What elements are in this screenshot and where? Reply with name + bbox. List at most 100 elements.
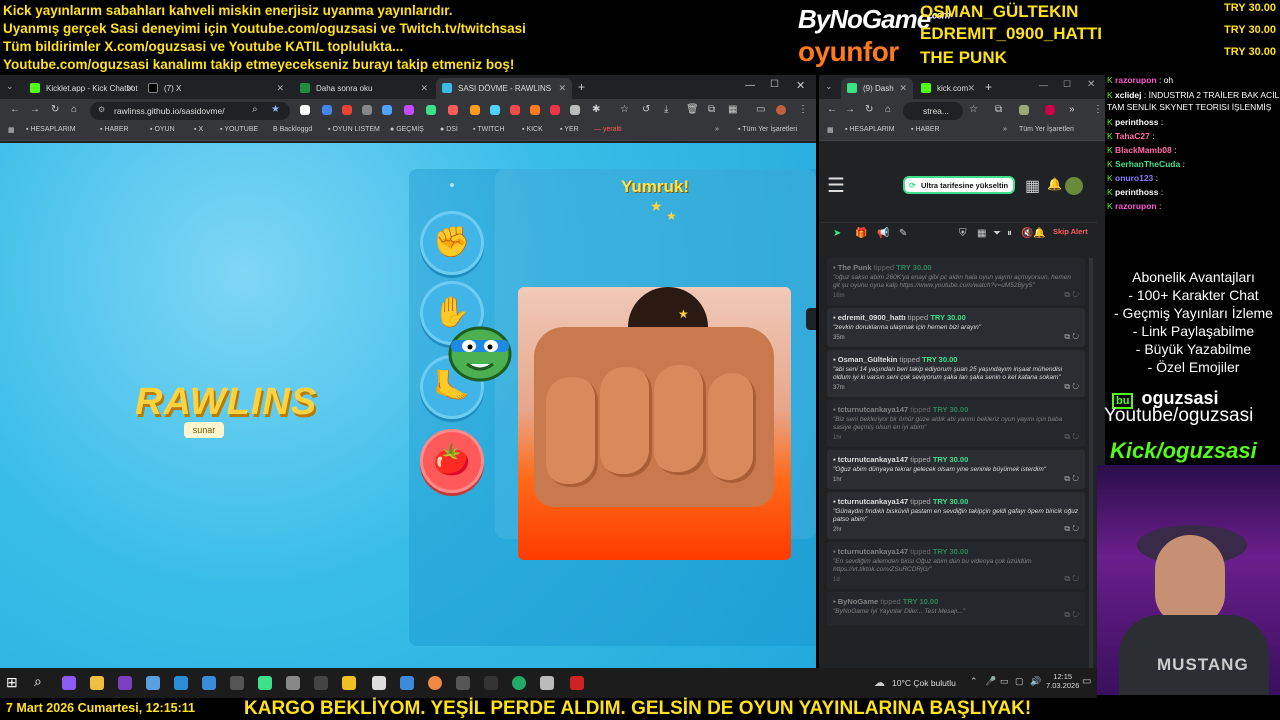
camera-icon[interactable] — [286, 676, 300, 690]
apps-grid-icon[interactable]: ▦ — [1025, 176, 1040, 196]
scrollbar[interactable] — [1089, 258, 1093, 668]
extension-icon[interactable] — [490, 105, 500, 115]
extension-icon[interactable] — [382, 105, 392, 115]
maximize-icon[interactable]: ☐ — [770, 79, 779, 90]
extension-icon[interactable] — [570, 105, 580, 115]
app-icon[interactable] — [146, 676, 160, 690]
bell-icon[interactable]: 🔔 — [1033, 228, 1045, 239]
extensions-puzzle-icon[interactable]: ✱ — [592, 104, 600, 115]
close-icon[interactable]: ✕ — [899, 83, 907, 94]
extension-icon[interactable] — [426, 105, 436, 115]
home-icon[interactable]: ⌂ — [885, 104, 891, 115]
gift-icon[interactable]: 🎁 — [855, 228, 867, 239]
menu-dots-icon[interactable]: ⋮ — [1093, 104, 1103, 115]
windows-start-icon[interactable]: ⊞ — [6, 674, 18, 691]
bookmark-x[interactable]: ▪ X — [194, 126, 203, 133]
close-icon[interactable]: ✕ — [967, 83, 975, 94]
bookmarks-overflow-icon[interactable]: » — [1003, 126, 1007, 133]
event-item[interactable]: ▪ edremit_0900_hattı tipped TRY 30.00 "ze… — [827, 308, 1085, 347]
extension-icon[interactable] — [510, 105, 520, 115]
onenote-icon[interactable] — [118, 676, 132, 690]
bookmark-twitch[interactable]: ▪ TWITCH — [473, 126, 505, 133]
star-icon[interactable]: ☆ — [969, 104, 978, 115]
new-tab-icon[interactable]: + — [578, 80, 585, 94]
apps-grid-icon[interactable]: ▦ — [827, 126, 834, 134]
reload-icon[interactable]: ↻ — [51, 104, 59, 115]
bookmark-oyun[interactable]: ▪ OYUN — [150, 126, 175, 133]
tomato-tool-button[interactable]: 🍅 — [420, 429, 484, 493]
bookmark-haber[interactable]: ▪ HABER — [100, 126, 129, 133]
mute-icon[interactable]: 🔇 — [1021, 228, 1033, 239]
app-icon[interactable] — [314, 676, 328, 690]
bookmark-hesaplarim[interactable]: ▪ HESAPLARIM — [845, 126, 895, 133]
replay-icon[interactable]: ⧉ ↻ — [1064, 610, 1079, 620]
bookmark-hesaplarim[interactable]: ▪ HESAPLARIM — [26, 126, 76, 133]
event-item[interactable]: ▪ The Punk tipped TRY 30.00 "oğuz sakso a… — [827, 258, 1085, 305]
extension-icon[interactable] — [1045, 105, 1055, 115]
profile-avatar-icon[interactable] — [776, 105, 786, 115]
app-icon[interactable] — [540, 676, 554, 690]
bookmark-youtube[interactable]: ▪ YOUTUBE — [220, 126, 258, 133]
close-icon[interactable]: ✕ — [276, 83, 284, 94]
event-item[interactable]: ▪ tcturnutcankaya147 tipped TRY 30.00 "En… — [827, 542, 1085, 589]
megaphone-icon[interactable]: 📢 — [877, 228, 889, 239]
apps-grid-icon[interactable]: ▦ — [8, 126, 15, 134]
extension-icon[interactable] — [322, 105, 332, 115]
app-icon[interactable] — [202, 676, 216, 690]
replay-icon[interactable]: ⧉ ↻ — [1064, 574, 1079, 584]
tab-search-icon[interactable]: ⌄ — [825, 81, 833, 92]
replay-icon[interactable]: ⧉ ↻ — [1064, 524, 1079, 534]
notifications-icon[interactable]: ▭ — [1082, 676, 1091, 687]
event-item[interactable]: ▪ tcturnutcankaya147 tipped TRY 30.00 "Bi… — [827, 400, 1085, 447]
address-bar[interactable]: strea... — [903, 102, 963, 120]
grid-view-icon[interactable]: ▦ — [977, 228, 986, 239]
close-icon[interactable]: ✕ — [420, 83, 428, 94]
file-explorer-icon[interactable] — [90, 676, 104, 690]
download-icon[interactable]: ⤓ — [664, 104, 668, 115]
chat-username[interactable]: SerhanTheCuda — [1115, 159, 1180, 169]
app-icon[interactable] — [62, 676, 76, 690]
app-icon[interactable] — [484, 676, 498, 690]
event-item[interactable]: ▪ tcturnutcankaya147 tipped TRY 30.00 "Oğ… — [827, 450, 1085, 489]
bookmark-yer[interactable]: ▪ YER — [560, 126, 579, 133]
chat-username[interactable]: razorupon — [1115, 75, 1157, 85]
menu-dots-icon[interactable]: ⋮ — [798, 104, 808, 115]
reload-icon[interactable]: ↻ — [865, 104, 873, 115]
app-icon[interactable] — [372, 676, 386, 690]
extension-icon[interactable] — [404, 105, 414, 115]
minimize-icon[interactable]: — — [1039, 80, 1048, 90]
filter-icon[interactable]: ⏷ — [993, 228, 1001, 239]
overflow-icon[interactable]: » — [1069, 104, 1075, 115]
extension-icon[interactable] — [530, 105, 540, 115]
tab-search-icon[interactable]: ⌄ — [6, 81, 14, 92]
replay-icon[interactable]: ⧉ ↻ — [1064, 432, 1079, 442]
skip-alert-button[interactable]: Skip Alert — [1053, 227, 1088, 236]
extension-icon[interactable] — [1019, 105, 1029, 115]
tab-read-later[interactable]: Daha sonra oku ✕ — [294, 78, 434, 99]
volume-icon[interactable]: 🔊 — [1030, 676, 1041, 687]
replay-icon[interactable]: ⧉ ↻ — [1064, 382, 1079, 392]
chat-username[interactable]: perinthoss — [1115, 117, 1158, 127]
tab-kicklet[interactable]: Kicklet.app - Kick Chatbot and✕ — [24, 78, 140, 99]
weather-text[interactable]: 10°C Çok bulutlu — [892, 678, 956, 688]
extension-icon[interactable] — [300, 105, 310, 115]
app-icon[interactable] — [456, 676, 470, 690]
bookmark-oyun-listem[interactable]: ▪ OYUN LISTEM — [328, 126, 380, 133]
event-item[interactable]: ▪ ByNoGame tipped TRY 10.00 "ByNoGame İyi… — [827, 592, 1085, 625]
clock[interactable]: 12:15 7.03.2026 — [1046, 672, 1079, 690]
bookmark-all[interactable]: Tüm Yer İşaretleri — [1019, 126, 1074, 133]
tab-search-icon[interactable]: ⧉ — [995, 104, 1002, 115]
trash-icon[interactable]: 🗑 — [686, 104, 699, 115]
hamburger-menu-icon[interactable]: ☰ — [827, 173, 845, 198]
tray-overflow-icon[interactable]: ⌃ — [970, 676, 978, 687]
bookmark-kick[interactable]: ▪ KICK — [522, 126, 543, 133]
history-icon[interactable]: ↺ — [642, 104, 650, 115]
weather-icon[interactable]: ☁ — [874, 676, 885, 689]
extension-icon[interactable] — [342, 105, 352, 115]
copy-icon[interactable]: ⧉ — [708, 104, 715, 115]
forward-icon[interactable]: → — [30, 104, 40, 115]
network-icon[interactable]: ▭ — [1000, 676, 1009, 687]
app-icon[interactable] — [342, 676, 356, 690]
extension-icon[interactable] — [362, 105, 372, 115]
app-icon[interactable] — [258, 676, 272, 690]
